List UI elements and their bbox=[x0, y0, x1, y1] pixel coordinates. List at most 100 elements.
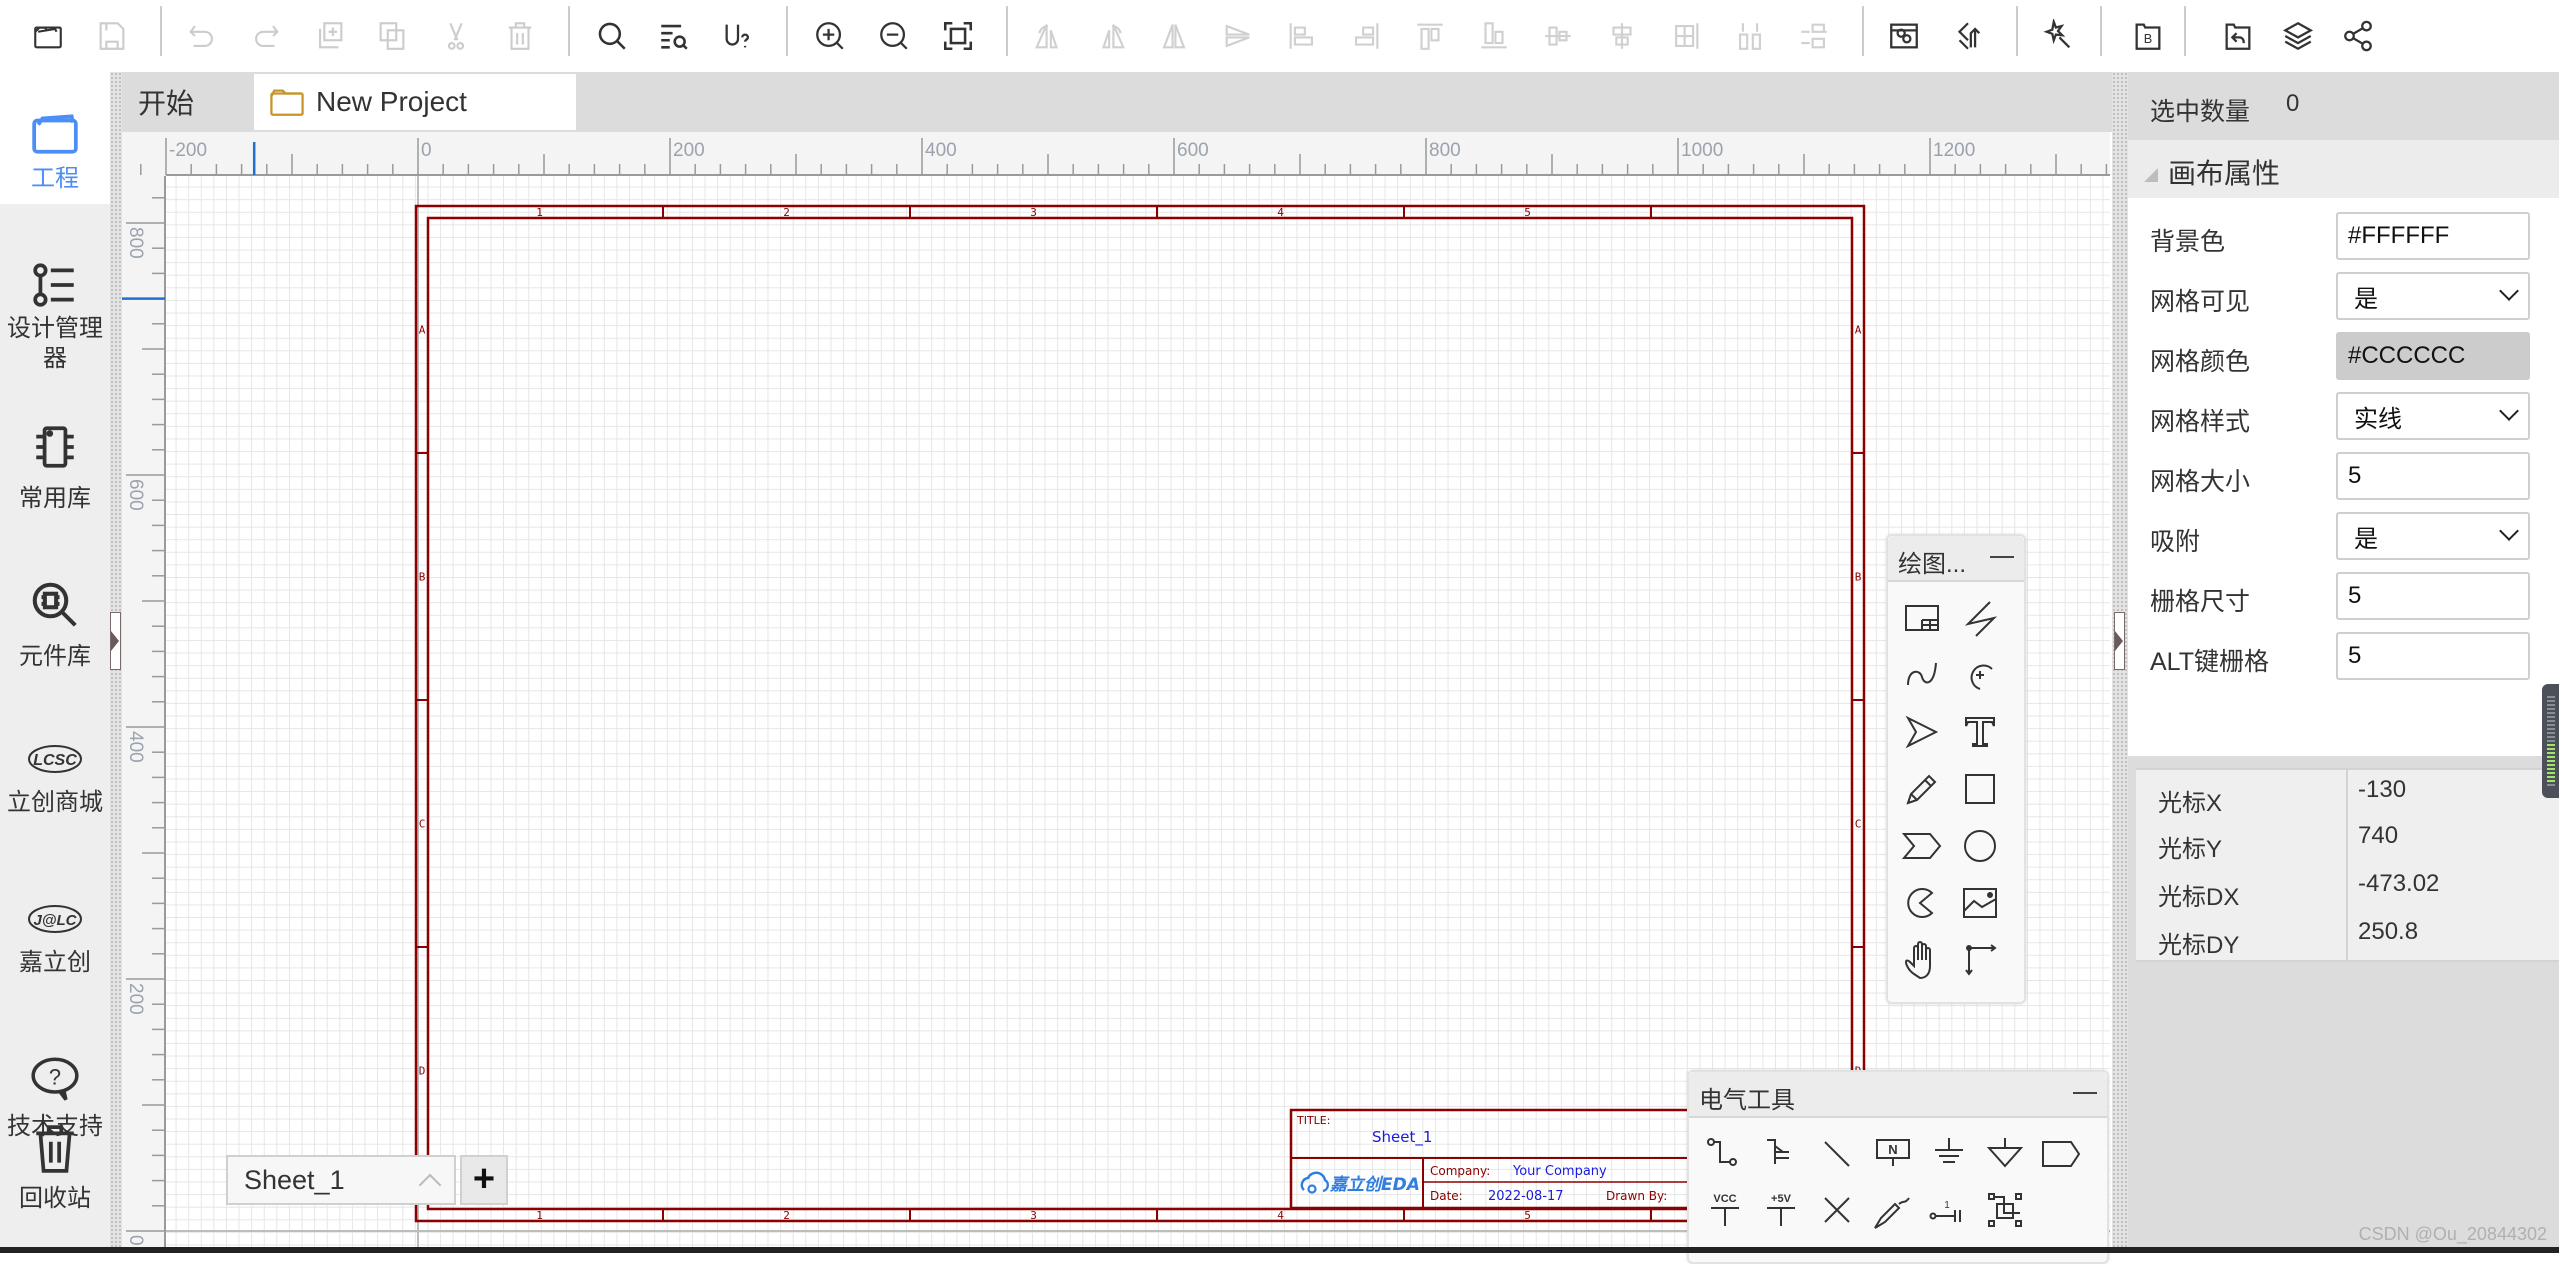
flip-horizontal-icon[interactable] bbox=[1152, 14, 1196, 58]
freehand-icon bbox=[1906, 774, 1937, 805]
property-select[interactable]: 实线 bbox=[2336, 392, 2530, 440]
property-input[interactable]: #CCCCCC bbox=[2336, 332, 2530, 380]
find-component-icon[interactable] bbox=[652, 14, 696, 58]
save-icon[interactable] bbox=[90, 14, 134, 58]
share-icon[interactable] bbox=[2336, 14, 2380, 58]
align-center-h-icon[interactable] bbox=[1536, 14, 1580, 58]
distribute-v-icon[interactable] bbox=[1728, 14, 1772, 58]
sidebar-item-recycle-bin[interactable]: 回收站 bbox=[0, 1120, 110, 1213]
circle-tool-button[interactable] bbox=[1958, 824, 2002, 868]
layers-icon[interactable] bbox=[2276, 14, 2320, 58]
rotate-right-icon[interactable] bbox=[1090, 14, 1134, 58]
align-right-icon[interactable] bbox=[1344, 14, 1388, 58]
pin-tool-button[interactable]: 1 bbox=[1927, 1188, 1971, 1232]
sidebar-item-common-library[interactable]: 常用库 bbox=[0, 422, 110, 513]
add-sheet-button[interactable]: + bbox=[460, 1155, 508, 1205]
folder-open-icon[interactable] bbox=[26, 14, 70, 58]
property-select[interactable]: 是 bbox=[2336, 512, 2530, 560]
image-tool-button[interactable] bbox=[1958, 881, 2002, 925]
collapse-left-panel-button[interactable] bbox=[110, 612, 121, 670]
vcc-tool-button[interactable]: VCC bbox=[1703, 1188, 1747, 1232]
meter-level bbox=[2547, 744, 2555, 784]
search-icon[interactable] bbox=[590, 14, 634, 58]
bus-tool-button[interactable] bbox=[1759, 1132, 1803, 1176]
sidebar-item-design-manager[interactable]: 设计管理器 bbox=[0, 260, 110, 374]
align-center-v-icon[interactable] bbox=[1600, 14, 1644, 58]
chevron-shape-icon bbox=[1901, 833, 1942, 859]
property-input[interactable]: #FFFFFF bbox=[2336, 212, 2530, 260]
tab-start[interactable]: 开始 bbox=[122, 74, 252, 130]
sidebar-item-label: 工程 bbox=[31, 165, 79, 192]
redo-icon[interactable] bbox=[244, 14, 288, 58]
align-top-icon[interactable] bbox=[1408, 14, 1452, 58]
svg-text:VCC: VCC bbox=[1713, 1193, 1736, 1205]
chevron-shape-tool-button[interactable] bbox=[1900, 824, 1944, 868]
sheet-selector[interactable]: Sheet_1 bbox=[226, 1155, 456, 1205]
zoom-out-icon[interactable] bbox=[872, 14, 916, 58]
property-row: 网格颜色 #CCCCCC bbox=[2128, 332, 2559, 382]
net-port-ground-tool-button[interactable] bbox=[1983, 1132, 2027, 1176]
net-flag-tool-button[interactable] bbox=[2039, 1132, 2083, 1176]
wire-tool-button[interactable] bbox=[1703, 1132, 1747, 1176]
bezier-tool-button[interactable] bbox=[1900, 653, 1944, 697]
schematic-frame-tool-button[interactable] bbox=[1900, 596, 1944, 640]
fit-view-icon[interactable] bbox=[936, 14, 980, 58]
freehand-tool-button[interactable] bbox=[1900, 767, 1944, 811]
tab-new-project[interactable]: New Project bbox=[254, 74, 576, 130]
property-label: 网格可见 bbox=[2150, 288, 2251, 316]
drag-axis-tool-button[interactable] bbox=[1958, 938, 2002, 982]
minimize-icon[interactable] bbox=[1990, 556, 2014, 558]
update-layers-icon[interactable] bbox=[1946, 14, 1990, 58]
polyline-tool-button[interactable] bbox=[1958, 596, 2002, 640]
ground-icon bbox=[1935, 1138, 1963, 1163]
distribute-grid-icon[interactable] bbox=[1792, 14, 1836, 58]
ground-tool-button[interactable] bbox=[1927, 1132, 1971, 1176]
duplicate-icon[interactable] bbox=[308, 14, 352, 58]
performance-meter-widget[interactable] bbox=[2542, 684, 2559, 798]
distribute-h-icon[interactable] bbox=[1664, 14, 1708, 58]
electrical-tools-header[interactable]: 电气工具 bbox=[1689, 1072, 2107, 1118]
import-changes-icon[interactable] bbox=[2216, 14, 2260, 58]
text-icon bbox=[1965, 717, 1995, 747]
svg-text:1: 1 bbox=[1944, 1200, 1950, 1211]
plus5v-tool-button[interactable]: +5V bbox=[1759, 1188, 1803, 1232]
canvas-properties-section[interactable]: 画布属性 bbox=[2128, 140, 2559, 198]
sidebar-item-lcsc[interactable]: LCSC 立创商城 bbox=[0, 742, 110, 817]
property-input[interactable]: 5 bbox=[2336, 632, 2530, 680]
property-input[interactable]: 5 bbox=[2336, 572, 2530, 620]
text-tool-button[interactable] bbox=[1958, 710, 2002, 754]
pan-hand-tool-button[interactable] bbox=[1900, 938, 1944, 982]
collapse-right-panel-button[interactable] bbox=[2114, 612, 2125, 670]
align-left-icon[interactable] bbox=[1280, 14, 1324, 58]
sidebar-item-component-library[interactable]: 元件库 bbox=[0, 578, 110, 671]
undo-icon[interactable] bbox=[180, 14, 224, 58]
unknown-symbol-icon[interactable] bbox=[716, 14, 760, 58]
group-tool-button[interactable] bbox=[1983, 1188, 2027, 1232]
no-connect-tool-button[interactable] bbox=[1815, 1188, 1859, 1232]
photo-export-icon[interactable] bbox=[1882, 14, 1926, 58]
copy-icon[interactable] bbox=[370, 14, 414, 58]
sidebar-item-jlc[interactable]: J@LC 嘉立创 bbox=[0, 902, 110, 977]
probe-tool-button[interactable] bbox=[1871, 1188, 1915, 1232]
drawing-tools-header[interactable]: 绘图... bbox=[1888, 536, 2024, 582]
bom-icon[interactable]: B bbox=[2126, 14, 2170, 58]
arrowhead-tool-button[interactable] bbox=[1900, 710, 1944, 754]
minimize-icon[interactable] bbox=[2073, 1092, 2097, 1094]
arc-tool-button[interactable] bbox=[1958, 653, 2002, 697]
property-select[interactable]: 是 bbox=[2336, 272, 2530, 320]
property-input[interactable]: 5 bbox=[2336, 452, 2530, 500]
delete-icon[interactable] bbox=[498, 14, 542, 58]
sidebar-item-project[interactable]: 工程 bbox=[0, 72, 110, 204]
pie-tool-button[interactable] bbox=[1900, 881, 1944, 925]
magic-wand-icon[interactable] bbox=[2036, 14, 2080, 58]
design-manager-icon bbox=[33, 263, 74, 307]
align-bottom-icon[interactable] bbox=[1472, 14, 1516, 58]
cut-icon[interactable] bbox=[434, 14, 478, 58]
flip-vertical-icon[interactable] bbox=[1216, 14, 1260, 58]
rotate-left-icon[interactable] bbox=[1026, 14, 1070, 58]
net-label-tool-button[interactable]: N bbox=[1871, 1132, 1915, 1176]
zoom-in-icon[interactable] bbox=[808, 14, 852, 58]
rectangle-tool-button[interactable] bbox=[1958, 767, 2002, 811]
property-label: 网格颜色 bbox=[2150, 348, 2251, 376]
bus-entry-tool-button[interactable] bbox=[1815, 1132, 1859, 1176]
